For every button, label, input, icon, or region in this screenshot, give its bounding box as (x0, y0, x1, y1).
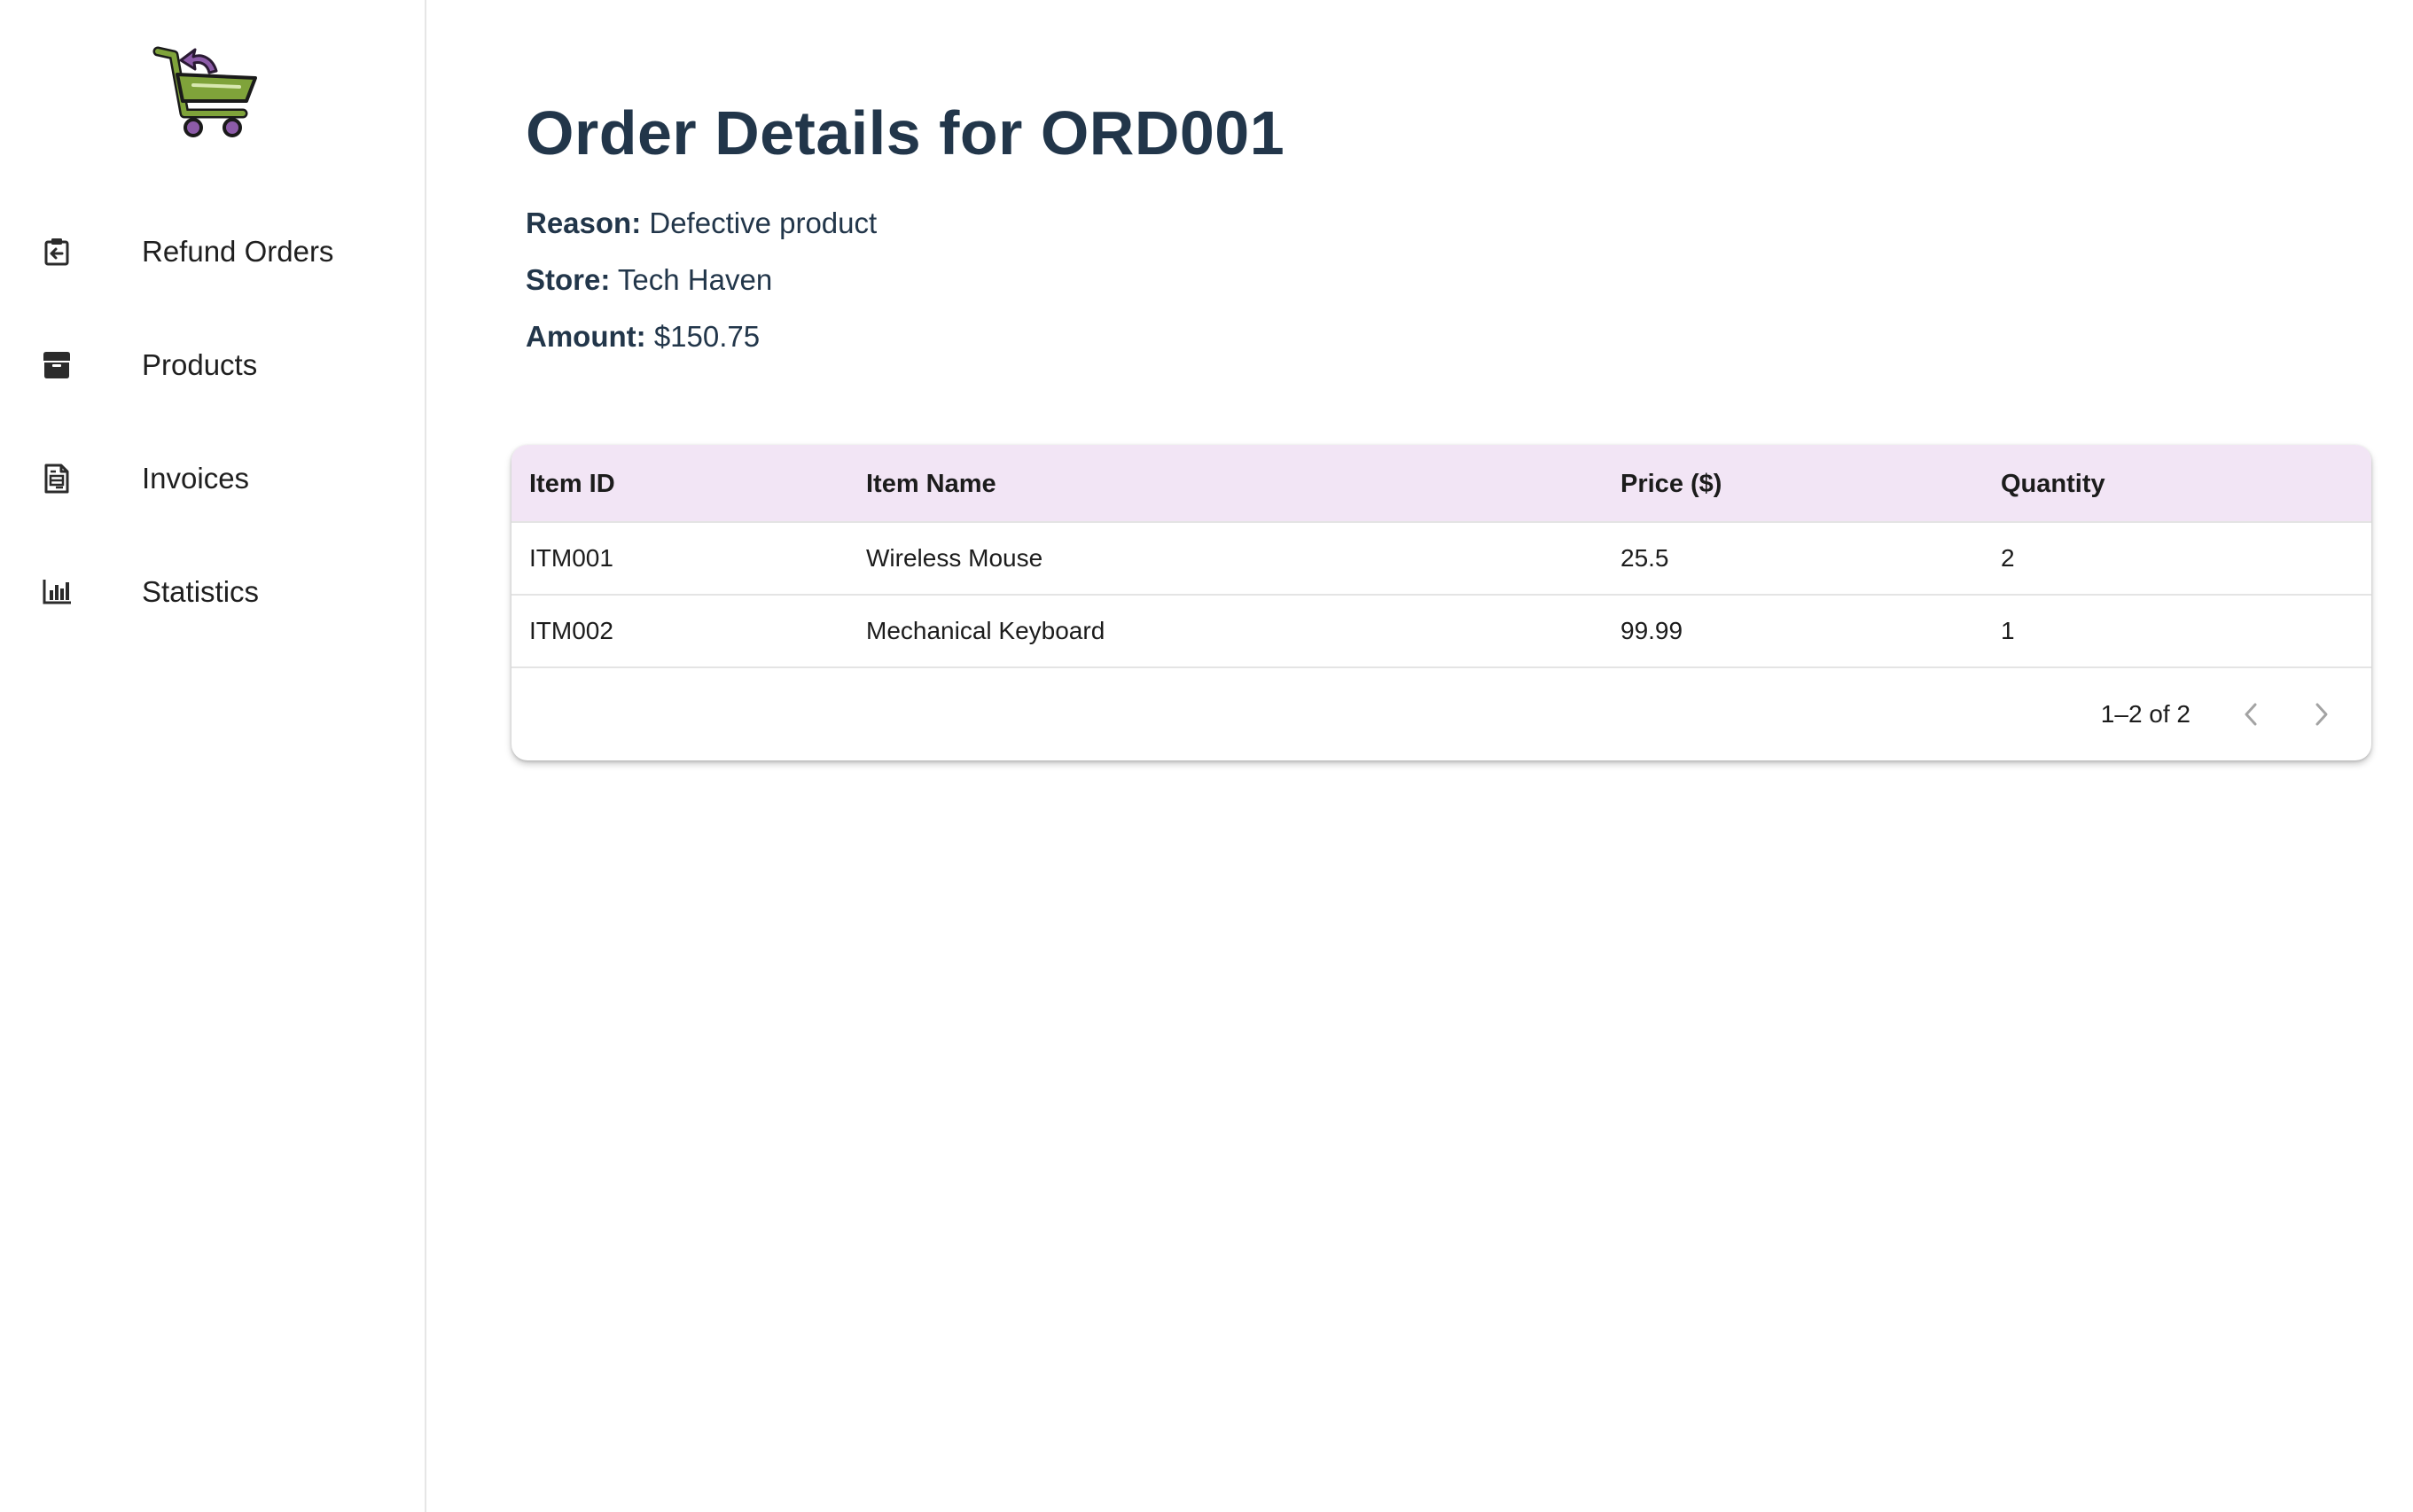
sidebar-nav: Refund Orders Products Invoices Statisti… (0, 195, 426, 649)
table-pagination: 1–2 of 2 (511, 668, 2371, 760)
app-root: Refund Orders Products Invoices Statisti… (0, 0, 2413, 1512)
table-row[interactable]: ITM002 Mechanical Keyboard 99.99 1 (511, 596, 2371, 668)
sidebar-item-label: Statistics (142, 575, 260, 608)
chevron-left-icon[interactable] (2229, 693, 2272, 736)
cell-item-name: Wireless Mouse (866, 544, 1043, 572)
store-detail: Store: Tech Haven (526, 263, 772, 297)
cell-price: 25.5 (1620, 544, 1669, 572)
column-header-item-name[interactable]: Item Name (866, 445, 996, 523)
cell-quantity: 1 (2001, 617, 2015, 644)
sidebar-item-refund-orders[interactable]: Refund Orders (0, 195, 426, 308)
sidebar: Refund Orders Products Invoices Statisti… (0, 0, 426, 1512)
sidebar-item-invoices[interactable]: Invoices (0, 422, 426, 535)
cell-quantity: 2 (2001, 544, 2015, 572)
shopping-cart-return-icon[interactable] (151, 32, 266, 147)
cell-item-id: ITM002 (529, 617, 613, 644)
reason-value: Defective product (649, 207, 878, 239)
cell-item-id: ITM001 (529, 544, 613, 572)
store-label: Store: (526, 263, 611, 296)
sidebar-item-label: Invoices (142, 462, 250, 495)
column-header-price[interactable]: Price ($) (1620, 445, 1722, 523)
pagination-range: 1–2 of 2 (2100, 700, 2190, 728)
amount-label: Amount: (526, 320, 646, 353)
sidebar-item-products[interactable]: Products (0, 308, 426, 422)
amount-detail: Amount: $150.75 (526, 320, 760, 354)
amount-value: $150.75 (653, 320, 761, 353)
cell-price: 99.99 (1620, 617, 1683, 644)
bar-chart-icon (41, 576, 73, 608)
order-items-table: Item ID Item Name Price ($) Quantity ITM… (511, 445, 2371, 760)
store-value: Tech Haven (617, 263, 773, 296)
column-header-quantity[interactable]: Quantity (2001, 445, 2105, 523)
column-header-item-id[interactable]: Item ID (529, 445, 615, 523)
table-header: Item ID Item Name Price ($) Quantity (511, 445, 2371, 523)
reason-detail: Reason: Defective product (526, 207, 877, 240)
reason-label: Reason: (526, 207, 642, 239)
table-row[interactable]: ITM001 Wireless Mouse 25.5 2 (511, 523, 2371, 596)
cell-item-name: Mechanical Keyboard (866, 617, 1105, 644)
sidebar-item-label: Refund Orders (142, 235, 334, 268)
refund-clipboard-icon (41, 236, 73, 268)
chevron-right-icon[interactable] (2300, 693, 2343, 736)
invoice-document-icon (41, 463, 73, 495)
sidebar-item-label: Products (142, 348, 258, 381)
box-icon (41, 349, 73, 381)
page-title: Order Details for ORD001 (526, 98, 1285, 168)
sidebar-item-statistics[interactable]: Statistics (0, 535, 426, 649)
